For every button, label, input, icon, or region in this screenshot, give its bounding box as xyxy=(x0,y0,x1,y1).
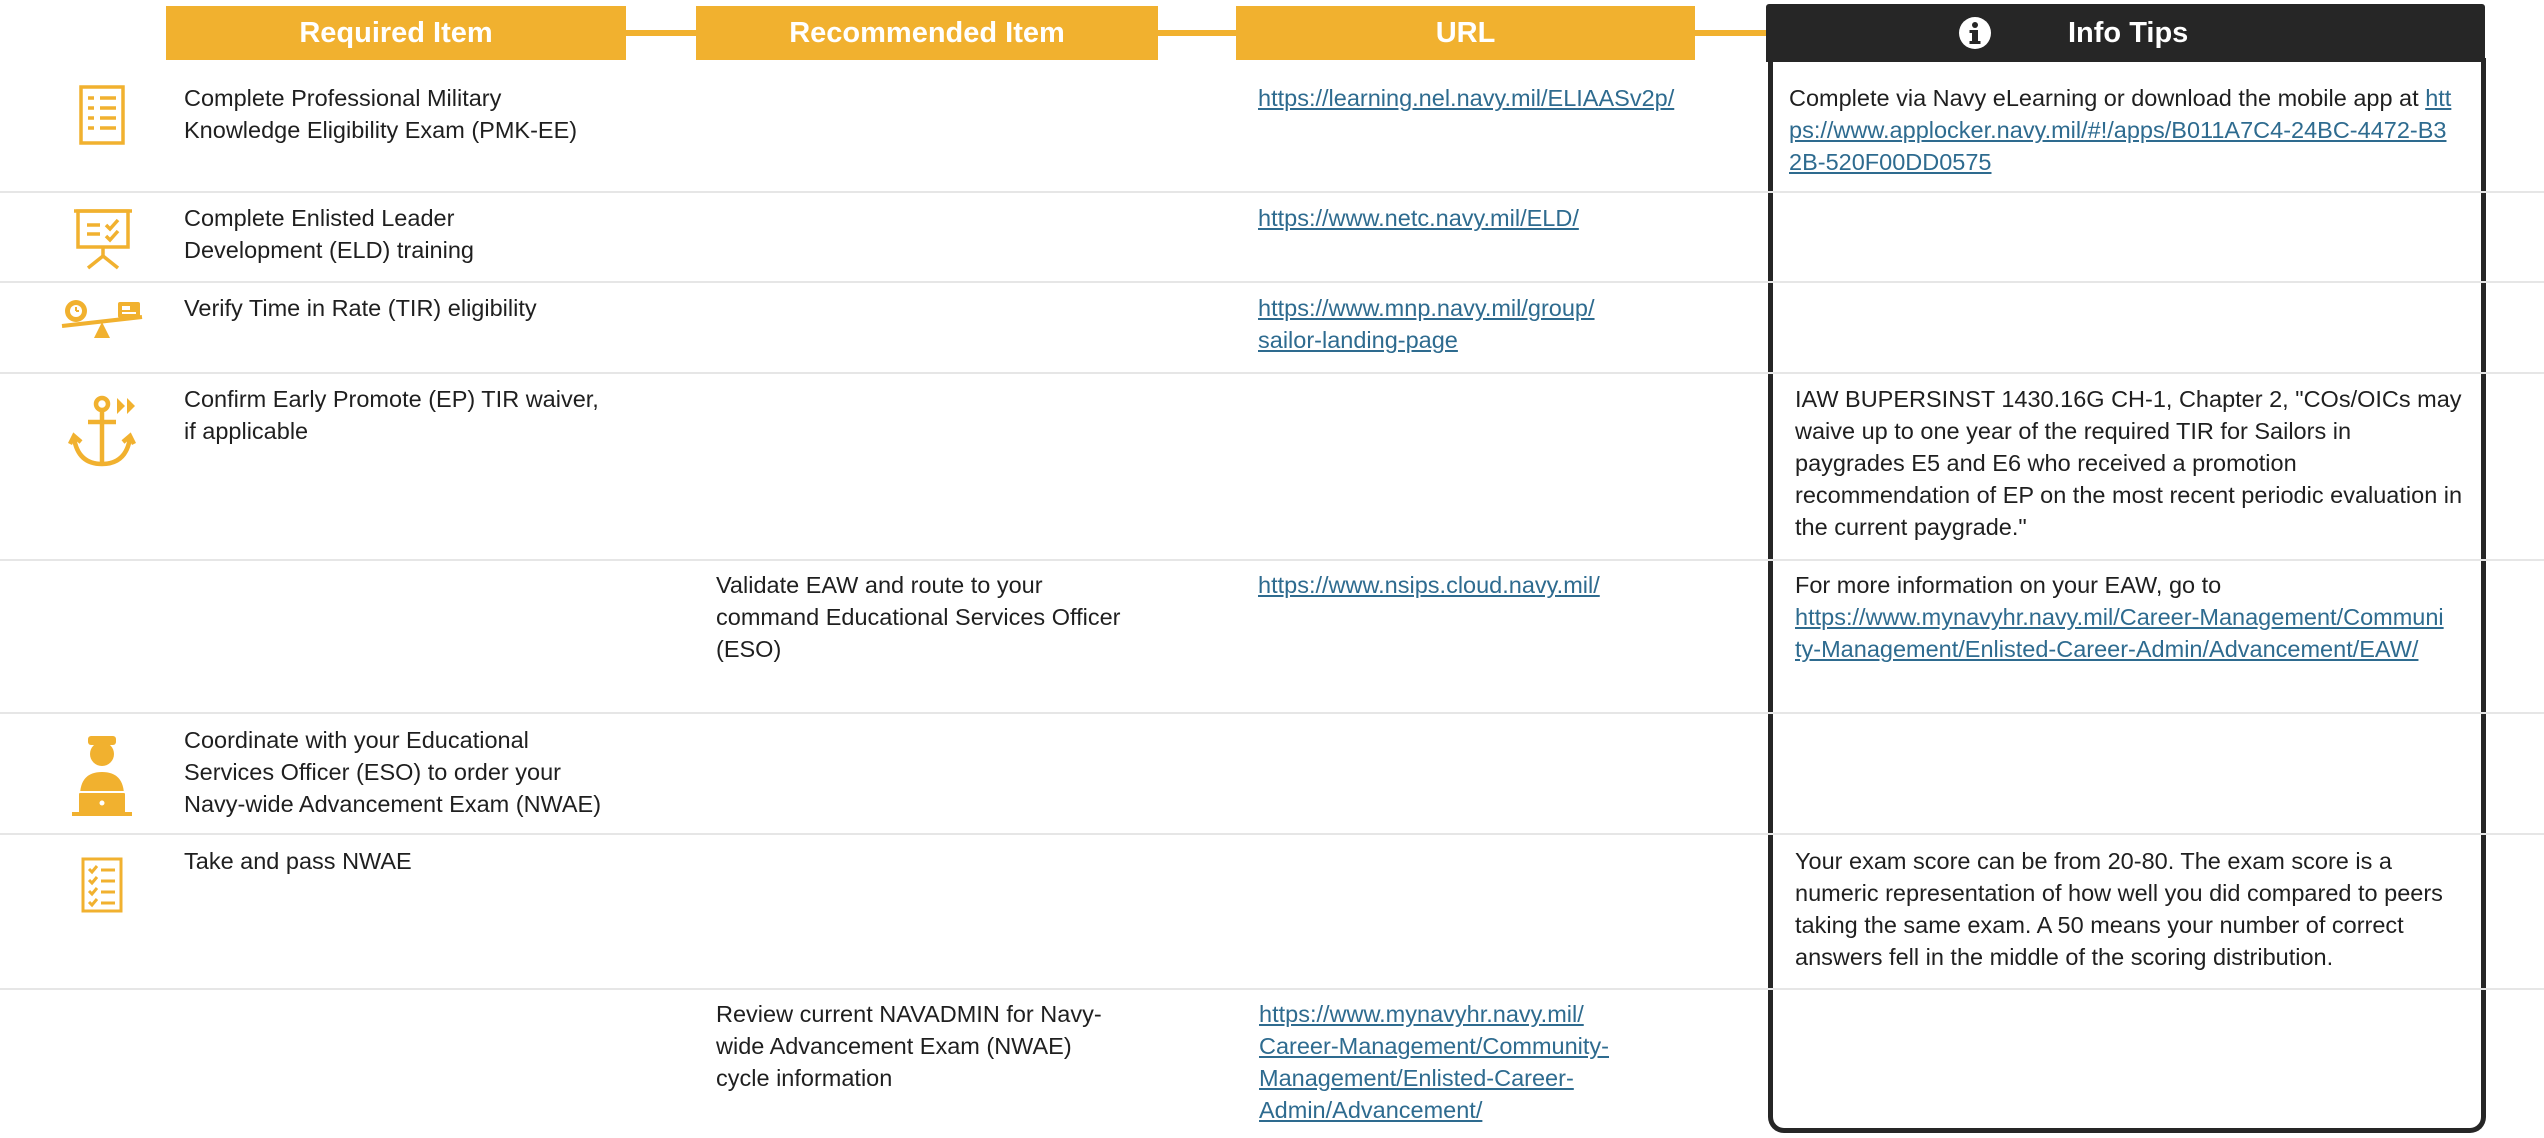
recommended-item-text: Review current NAVADMIN for Navy- wide A… xyxy=(716,1001,1102,1091)
row-divider xyxy=(0,833,2544,835)
url-link[interactable]: https://www.mnp.navy.mil/group/ sailor-l… xyxy=(1258,292,1595,356)
info-tip-text: For more information on your EAW, go to … xyxy=(1795,569,2445,665)
info-tip-text: Complete via Navy eLearning or download … xyxy=(1789,82,2459,178)
header-recommended-item: Recommended Item xyxy=(696,6,1158,60)
required-item-text: Coordinate with your Educational Service… xyxy=(184,727,602,817)
info-tip-text: Your exam score can be from 20-80. The e… xyxy=(1795,848,2443,970)
header-required-item: Required Item xyxy=(166,6,626,60)
url-link[interactable]: https://learning.nel.navy.mil/ELIAASv2p/ xyxy=(1258,82,1674,114)
info-tip-text: IAW BUPERSINST 1430.16G CH-1, Chapter 2,… xyxy=(1795,386,2463,540)
recommended-item-text: Validate EAW and route to your command E… xyxy=(716,572,1121,662)
header-url: URL xyxy=(1236,6,1695,60)
row-divider xyxy=(0,191,2544,193)
info-tip-text: For more information on your EAW, go to xyxy=(1795,572,2222,598)
presentation-board-icon xyxy=(70,206,136,270)
sailor-laptop-icon xyxy=(70,734,134,818)
info-tip-text: Complete via Navy eLearning or download … xyxy=(1789,85,2419,111)
row-divider xyxy=(0,988,2544,990)
header-info-tips: Info Tips xyxy=(1766,4,2485,62)
row-divider xyxy=(0,712,2544,714)
advancement-checklist-page: Required Item Recommended Item URL Info … xyxy=(0,0,2544,1138)
url-link[interactable]: https://www.netc.navy.mil/ELD/ xyxy=(1258,202,1579,234)
exam-document-icon xyxy=(78,84,126,146)
row-divider xyxy=(0,559,2544,561)
row-divider xyxy=(0,372,2544,374)
row-divider xyxy=(0,281,2544,283)
required-item-text: Verify Time in Rate (TIR) eligibility xyxy=(184,295,537,321)
header-connector xyxy=(1158,30,1236,36)
url-link[interactable]: https://www.mynavyhr.navy.mil/ Career-Ma… xyxy=(1259,998,1609,1126)
header-connector xyxy=(626,30,696,36)
info-tip-link[interactable]: https://www.mynavyhr.navy.mil/Career-Man… xyxy=(1795,604,2444,662)
anchor-icon xyxy=(68,394,142,470)
checklist-icon xyxy=(80,856,124,914)
required-item-text: Complete Professional Military Knowledge… xyxy=(184,85,578,143)
time-balance-icon xyxy=(60,298,144,340)
required-item-text: Confirm Early Promote (EP) TIR waiver, i… xyxy=(184,386,599,444)
info-tips-title: Info Tips xyxy=(2068,17,2189,49)
url-link[interactable]: https://www.nsips.cloud.navy.mil/ xyxy=(1258,569,1600,601)
required-item-text: Take and pass NWAE xyxy=(184,848,412,874)
header-connector xyxy=(1695,30,1770,36)
required-item-text: Complete Enlisted Leader Development (EL… xyxy=(184,205,474,263)
info-icon xyxy=(1958,16,1992,50)
